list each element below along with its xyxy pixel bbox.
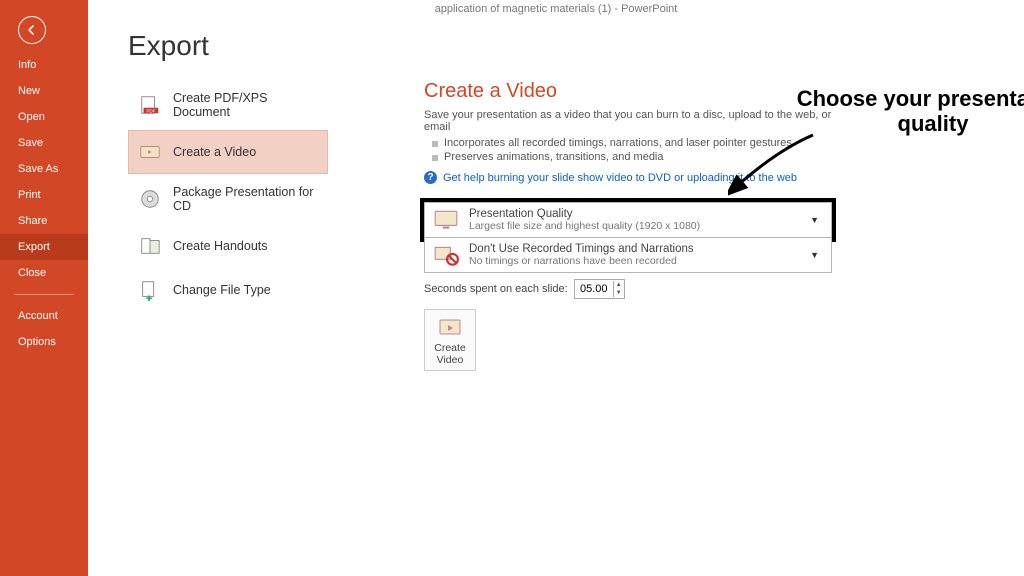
help-link[interactable]: Get help burning your slide show video t… [443, 172, 797, 184]
export-cd-label: Package Presentation for CD [173, 185, 317, 213]
page-title: Export [128, 30, 1024, 62]
export-changefiletype-label: Change File Type [173, 283, 271, 297]
presentation-quality-dropdown[interactable]: Presentation Quality Largest file size a… [424, 202, 832, 238]
section-desc: Save your presentation as a video that y… [424, 109, 844, 133]
timings-icon [433, 242, 459, 268]
export-cd[interactable]: Package Presentation for CD [128, 174, 328, 224]
spinner-down-icon[interactable]: ▼ [614, 289, 624, 297]
sidebar-item-share[interactable]: Share [0, 208, 88, 234]
pdf-icon: PDF [139, 94, 161, 116]
create-video-button[interactable]: Create Video [424, 309, 476, 371]
timings-title: Don't Use Recorded Timings and Narration… [469, 243, 806, 255]
quality-title: Presentation Quality [469, 208, 806, 220]
export-handouts-label: Create Handouts [173, 239, 268, 253]
sidebar-item-info[interactable]: Info [0, 52, 88, 78]
sidebar-item-open[interactable]: Open [0, 104, 88, 130]
svg-text:PDF: PDF [146, 108, 155, 113]
export-options-list: PDF Create PDF/XPS Document Create a Vid… [128, 80, 328, 312]
create-video-button-label: Create Video [434, 342, 466, 366]
bullet-2: Preserves animations, transitions, and m… [432, 151, 844, 163]
sidebar-item-saveas[interactable]: Save As [0, 156, 88, 182]
export-video-label: Create a Video [173, 145, 256, 159]
sidebar-item-new[interactable]: New [0, 78, 88, 104]
timings-dropdown[interactable]: Don't Use Recorded Timings and Narration… [424, 238, 832, 273]
export-handouts[interactable]: Create Handouts [128, 224, 328, 268]
sidebar-item-export[interactable]: Export [0, 234, 88, 260]
section-heading: Create a Video [424, 80, 844, 103]
change-filetype-icon [139, 279, 161, 301]
help-link-row: ? Get help burning your slide show video… [424, 171, 844, 184]
timings-sub: No timings or narrations have been recor… [469, 255, 806, 267]
seconds-label: Seconds spent on each slide: [424, 283, 568, 295]
sidebar-item-save[interactable]: Save [0, 130, 88, 156]
help-icon: ? [424, 171, 437, 184]
video-icon [139, 141, 161, 163]
chevron-down-icon: ▼ [806, 215, 823, 225]
annotation-text: Choose your presentation quality [788, 86, 1024, 137]
seconds-spinner[interactable]: ▲ ▼ [574, 279, 625, 299]
sidebar-separator [14, 294, 74, 295]
export-pdfxps[interactable]: PDF Create PDF/XPS Document [128, 80, 328, 130]
export-video[interactable]: Create a Video [128, 130, 328, 174]
back-button[interactable] [18, 16, 46, 44]
create-video-panel: Create a Video Save your presentation as… [424, 80, 844, 371]
quality-sub: Largest file size and highest quality (1… [469, 220, 806, 232]
monitor-icon [433, 207, 459, 233]
export-pdfxps-label: Create PDF/XPS Document [173, 91, 317, 119]
chevron-down-icon: ▼ [806, 250, 823, 260]
sidebar-item-print[interactable]: Print [0, 182, 88, 208]
export-changefiletype[interactable]: Change File Type [128, 268, 328, 312]
window-title: application of magnetic materials (1) - … [88, 0, 1024, 15]
sidebar-item-options[interactable]: Options [0, 329, 88, 355]
spinner-up-icon[interactable]: ▲ [614, 281, 624, 289]
sidebar-item-close[interactable]: Close [0, 260, 88, 286]
create-video-icon [436, 316, 464, 340]
sidebar-item-account[interactable]: Account [0, 303, 88, 329]
seconds-input[interactable] [575, 283, 613, 295]
handouts-icon [139, 235, 161, 257]
bullet-1: Incorporates all recorded timings, narra… [432, 137, 844, 149]
cd-icon [139, 188, 161, 210]
